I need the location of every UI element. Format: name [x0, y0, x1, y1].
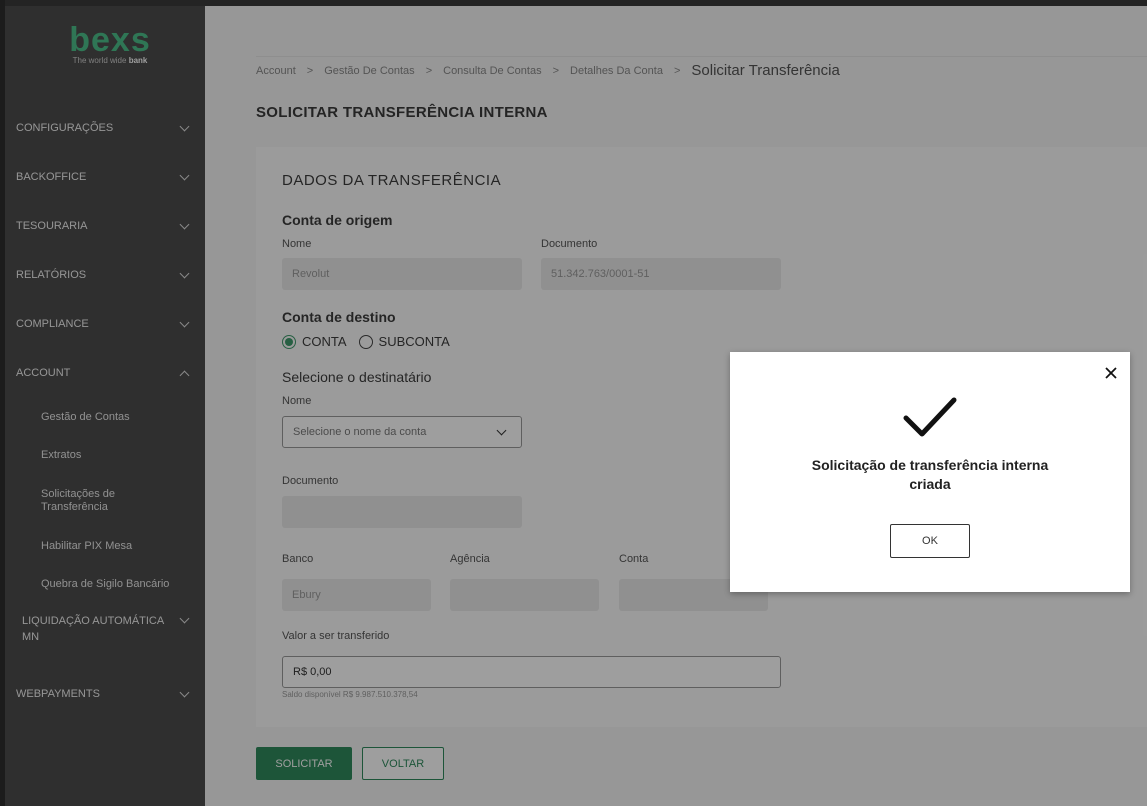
success-dialog: Solicitação de transferência interna cri… [730, 352, 1130, 592]
checkmark-icon [903, 397, 957, 437]
close-icon[interactable] [1104, 366, 1118, 380]
ok-button[interactable]: OK [890, 524, 970, 558]
dialog-message: Solicitação de transferência interna cri… [811, 457, 1049, 492]
